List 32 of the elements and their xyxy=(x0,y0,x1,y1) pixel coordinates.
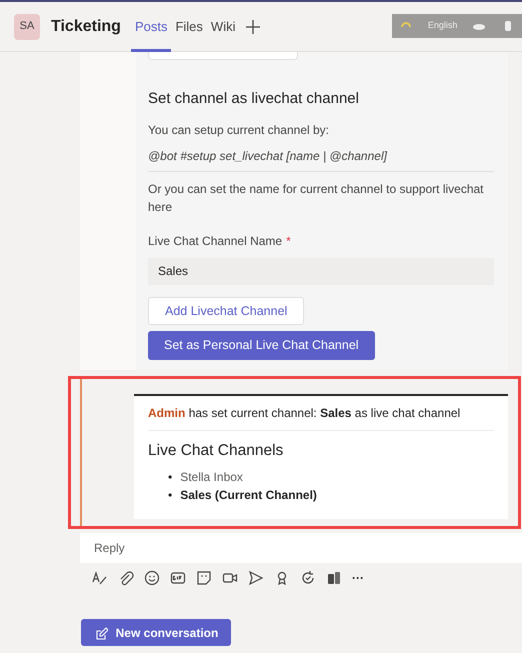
channel-item: Stella Inbox xyxy=(180,469,243,486)
channel-name-field[interactable]: Sales xyxy=(148,258,494,284)
gif-icon[interactable] xyxy=(170,570,186,586)
add-channel-button[interactable]: Add Livechat Channel xyxy=(148,296,304,326)
format-icon[interactable] xyxy=(92,570,108,586)
avatar: SA xyxy=(14,14,40,40)
emoji-icon[interactable] xyxy=(144,570,160,586)
loop-icon[interactable] xyxy=(300,570,316,586)
new-conversation-button[interactable]: New conversation xyxy=(81,619,231,646)
more-options-icon[interactable]: ··· xyxy=(352,569,364,587)
channel-item: Sales (Current Channel) xyxy=(180,487,317,504)
attach-icon[interactable] xyxy=(118,570,134,586)
command-text: @bot #setup set_livechat [name | @channel] xyxy=(148,146,494,172)
bullet: • xyxy=(168,469,172,486)
card-text: Or you can set the name for current channel to support livechat here xyxy=(148,180,485,216)
compose-icon xyxy=(94,626,108,640)
tab[interactable]: Wiki xyxy=(206,2,240,52)
tab[interactable]: Files xyxy=(171,2,207,52)
card-heading: Set channel as livechat channel xyxy=(148,89,360,109)
card-text: You can setup current channel by: xyxy=(148,122,330,138)
send-icon[interactable] xyxy=(248,570,264,586)
set-personal-channel-button[interactable]: Set as Personal Live Chat Channel xyxy=(148,331,375,360)
required-mark: * xyxy=(286,234,291,248)
bullet: • xyxy=(168,487,172,504)
notice-message: Admin has set current channel: Sales as live chat channel xyxy=(148,405,462,422)
reply-field[interactable]: Reply xyxy=(80,533,522,563)
sticker-icon[interactable] xyxy=(196,570,212,586)
add-tab-icon[interactable] xyxy=(245,18,262,34)
team-title: Ticketing xyxy=(51,16,121,36)
list-heading: Live Chat Channels xyxy=(148,430,494,462)
field-label-text: Live Chat Channel Name xyxy=(148,234,282,248)
app-icon[interactable] xyxy=(326,570,342,586)
